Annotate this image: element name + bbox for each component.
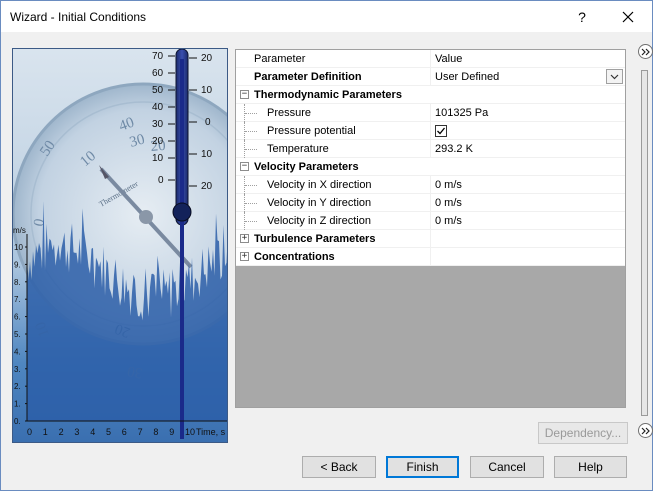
cancel-button[interactable]: Cancel bbox=[470, 456, 544, 478]
x-axis-tick: 8 bbox=[153, 427, 158, 437]
y-axis-tick: 6. bbox=[14, 313, 21, 322]
expand-panel-button-bottom[interactable] bbox=[638, 423, 653, 438]
thermo-left-tick: 20 bbox=[152, 136, 164, 147]
checkmark-icon bbox=[437, 127, 446, 135]
double-chevron-right-icon bbox=[641, 48, 650, 55]
thermo-right-tick: 20 bbox=[201, 53, 213, 64]
thermodynamic-category-row[interactable]: − Thermodynamic Parameters bbox=[236, 86, 625, 104]
dropdown-button[interactable] bbox=[606, 69, 623, 84]
velocity-category-label: Velocity Parameters bbox=[254, 161, 359, 173]
x-axis-tick: 3 bbox=[74, 427, 79, 437]
property-grid-rows: Parameter Value Parameter Definition Use… bbox=[236, 50, 625, 266]
x-axis-tick: 2 bbox=[59, 427, 64, 437]
concentrations-category-row[interactable]: + Concentrations bbox=[236, 248, 625, 266]
close-icon bbox=[622, 11, 634, 22]
help-button[interactable]: Help bbox=[554, 456, 627, 478]
x-axis-tick: 7 bbox=[138, 427, 143, 437]
wizard-illustration: 50 0 10 20 30 40 30 20 10 Thermometer bbox=[12, 48, 228, 443]
velocity-x-label: Velocity in X direction bbox=[236, 176, 431, 194]
thermo-left-tick: 40 bbox=[152, 102, 164, 113]
y-axis-tick: 8. bbox=[14, 278, 21, 287]
pressure-potential-row[interactable]: Pressure potential bbox=[236, 122, 625, 140]
thermo-left-tick: 30 bbox=[152, 119, 164, 130]
thermo-right-tick: 20 bbox=[201, 181, 213, 192]
x-axis-ticks: 0 1 2 3 4 5 6 7 8 9 10 bbox=[27, 427, 195, 437]
thermo-right-tick: 0 bbox=[205, 117, 211, 128]
thermo-left-tick: 0 bbox=[158, 175, 164, 186]
x-axis-tick: 4 bbox=[90, 427, 95, 437]
temperature-value[interactable]: 293.2 K bbox=[431, 140, 625, 158]
velocity-x-row[interactable]: Velocity in X direction 0 m/s bbox=[236, 176, 625, 194]
x-axis-label: Time, s bbox=[196, 427, 226, 437]
wizard-content: 50 0 10 20 30 40 30 20 10 Thermometer bbox=[1, 32, 653, 490]
expand-panel-button[interactable] bbox=[638, 44, 653, 59]
velocity-y-value[interactable]: 0 m/s bbox=[431, 194, 625, 212]
window-title: Wizard - Initial Conditions bbox=[10, 10, 147, 24]
dependency-button[interactable]: Dependency... bbox=[538, 422, 628, 444]
temperature-row[interactable]: Temperature 293.2 K bbox=[236, 140, 625, 158]
y-axis-tick: 7. bbox=[14, 295, 21, 304]
wizard-window: Wizard - Initial Conditions ? 50 0 40 30… bbox=[0, 0, 653, 491]
velocity-y-row[interactable]: Velocity in Y direction 0 m/s bbox=[236, 194, 625, 212]
pressure-value[interactable]: 101325 Pa bbox=[431, 104, 625, 122]
velocity-x-value[interactable]: 0 m/s bbox=[431, 176, 625, 194]
velocity-y-label: Velocity in Y direction bbox=[236, 194, 431, 212]
thermometer-illustration: 50 0 10 20 30 40 30 20 10 Thermometer bbox=[13, 49, 227, 439]
pressure-row[interactable]: Pressure 101325 Pa bbox=[236, 104, 625, 122]
y-axis-tick: 4. bbox=[14, 347, 21, 356]
pressure-label: Pressure bbox=[236, 104, 431, 122]
double-chevron-right-icon bbox=[641, 427, 650, 434]
parameter-definition-value: User Defined bbox=[435, 71, 500, 83]
parameter-definition-row[interactable]: Parameter Definition User Defined bbox=[236, 68, 625, 86]
velocity-z-row[interactable]: Velocity in Z direction 0 m/s bbox=[236, 212, 625, 230]
velocity-z-label: Velocity in Z direction bbox=[236, 212, 431, 230]
chevron-down-icon bbox=[610, 74, 619, 79]
x-axis-tick: 1 bbox=[43, 427, 48, 437]
x-axis-tick: 0 bbox=[27, 427, 32, 437]
thermo-left-tick: 50 bbox=[152, 85, 164, 96]
y-axis-tick: 5. bbox=[14, 330, 21, 339]
x-axis-tick: 5 bbox=[106, 427, 111, 437]
pressure-potential-checkbox[interactable] bbox=[435, 125, 447, 137]
title-bar: Wizard - Initial Conditions ? bbox=[1, 1, 652, 32]
parameter-definition-select[interactable]: User Defined bbox=[431, 68, 625, 86]
grid-header-row: Parameter Value bbox=[236, 50, 625, 68]
y-axis-tick: 9. bbox=[14, 260, 21, 269]
close-button[interactable] bbox=[605, 1, 651, 32]
title-help-button[interactable]: ? bbox=[559, 1, 605, 32]
thermo-right-tick: 10 bbox=[201, 149, 213, 160]
y-axis-tick: 2. bbox=[14, 382, 21, 391]
thermo-left-tick: 60 bbox=[152, 68, 164, 79]
y-axis-tick: 10 bbox=[14, 243, 23, 252]
thermo-right-tick: 10 bbox=[201, 85, 213, 96]
x-axis-tick: 9 bbox=[169, 427, 174, 437]
thermo-left-tick: 70 bbox=[152, 51, 164, 62]
y-axis-tick: 0. bbox=[14, 417, 21, 426]
thermodynamic-category-label: Thermodynamic Parameters bbox=[254, 89, 402, 101]
back-button[interactable]: < Back bbox=[302, 456, 376, 478]
y-axis-tick: 1. bbox=[14, 400, 21, 409]
thermo-left-tick: 10 bbox=[152, 153, 164, 164]
turbulence-category-row[interactable]: + Turbulence Parameters bbox=[236, 230, 625, 248]
turbulence-category-label: Turbulence Parameters bbox=[236, 230, 431, 248]
x-axis-tick: 10 bbox=[185, 427, 195, 437]
concentrations-category-label: Concentrations bbox=[236, 248, 431, 266]
property-grid: Parameter Value Parameter Definition Use… bbox=[235, 49, 626, 408]
velocity-category-row[interactable]: − Velocity Parameters bbox=[236, 158, 625, 176]
pressure-potential-label: Pressure potential bbox=[236, 122, 431, 140]
header-value: Value bbox=[435, 53, 463, 65]
velocity-z-value[interactable]: 0 m/s bbox=[431, 212, 625, 230]
y-axis-tick: 3. bbox=[14, 365, 21, 374]
side-panel-splitter[interactable] bbox=[641, 70, 648, 416]
temperature-label: Temperature bbox=[236, 140, 431, 158]
finish-button[interactable]: Finish bbox=[386, 456, 459, 478]
header-parameter: Parameter bbox=[236, 50, 431, 68]
y-axis-unit: m/s bbox=[13, 226, 26, 235]
x-axis-tick: 6 bbox=[122, 427, 127, 437]
parameter-definition-label: Parameter Definition bbox=[236, 68, 431, 86]
help-glyph: ? bbox=[578, 8, 586, 25]
